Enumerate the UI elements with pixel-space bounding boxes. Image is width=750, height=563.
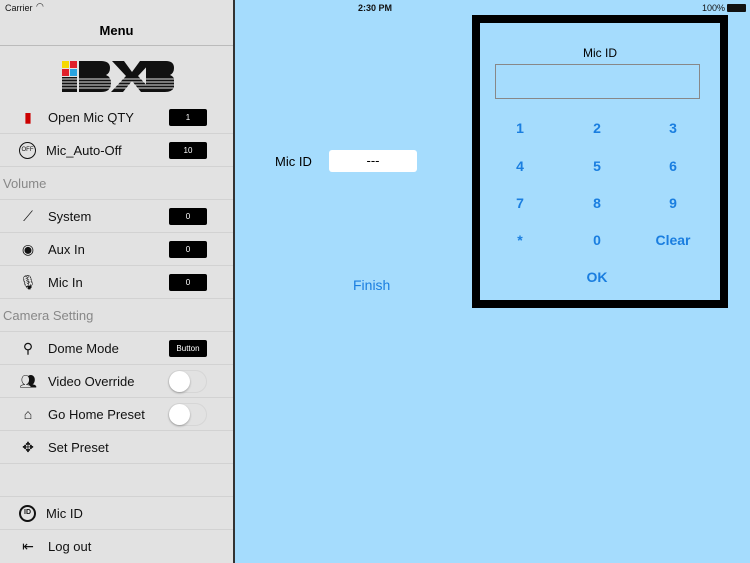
key-0[interactable]: 0 — [567, 232, 627, 248]
status-bar: Carrier ◠ 2:30 PM 100% — [0, 0, 750, 16]
key-8[interactable]: 8 — [567, 195, 627, 211]
off-icon: OFF — [19, 141, 36, 159]
users-icon: 👥︎ — [19, 372, 37, 389]
system-volume-value[interactable]: 0 — [169, 208, 207, 225]
sidebar: Menu ▮ Open Mic QTY 1 OFF Mic_Auto-Off 10 Vo… — [0, 0, 235, 563]
camera-section-header: Camera Setting — [0, 299, 233, 332]
aux-in-row[interactable]: ◉ Aux In 0 — [0, 233, 233, 266]
microphone-icon: ▮ — [24, 108, 32, 125]
id-icon: ID — [19, 504, 36, 522]
mic-id-field[interactable]: --- — [329, 150, 417, 172]
mic-id-row[interactable]: ID Mic ID — [0, 497, 233, 530]
mic-in-icon: 🎙︎ — [19, 273, 37, 290]
aux-in-value[interactable]: 0 — [169, 241, 207, 258]
key-6[interactable]: 6 — [643, 158, 703, 174]
mic-id-keypad-popup: Mic ID 1 2 3 4 5 6 7 8 9 * 0 Clear OK — [472, 15, 728, 308]
logout-icon: ⇤ — [22, 538, 34, 554]
mic-auto-off-value[interactable]: 10 — [169, 142, 207, 159]
key-5[interactable]: 5 — [567, 158, 627, 174]
open-mic-qty-row[interactable]: ▮ Open Mic QTY 1 — [0, 101, 233, 134]
keypad-title: Mic ID — [583, 46, 617, 60]
mic-in-value[interactable]: 0 — [169, 274, 207, 291]
mic-in-row[interactable]: 🎙︎ Mic In 0 — [0, 266, 233, 299]
dome-mode-row[interactable]: ⚲ Dome Mode Button — [0, 332, 233, 365]
finish-button[interactable]: Finish — [353, 277, 390, 293]
mic-auto-off-row[interactable]: OFF Mic_Auto-Off 10 — [0, 134, 233, 167]
battery-icon — [727, 4, 746, 12]
dome-mode-button[interactable]: Button — [169, 340, 207, 357]
wifi-icon: ◠ — [36, 1, 44, 11]
logout-row[interactable]: ⇤ Log out — [0, 530, 233, 563]
go-home-preset-toggle[interactable] — [168, 403, 207, 426]
video-override-row: 👥︎ Video Override — [0, 365, 233, 398]
volume-section-header: Volume — [0, 167, 233, 200]
key-3[interactable]: 3 — [643, 120, 703, 136]
key-2[interactable]: 2 — [567, 120, 627, 136]
open-mic-qty-value[interactable]: 1 — [169, 109, 207, 126]
blank-row — [0, 464, 233, 497]
go-home-preset-row: ⌂ Go Home Preset — [0, 398, 233, 431]
aux-in-icon: ◉ — [21, 240, 35, 257]
menu-title: Menu — [0, 16, 233, 46]
video-override-toggle[interactable] — [168, 370, 207, 393]
ok-button[interactable]: OK — [567, 269, 627, 285]
gooseneck-mic-icon: ⟋ — [23, 207, 33, 224]
key-7[interactable]: 7 — [490, 195, 550, 211]
mic-id-label: Mic ID — [275, 154, 312, 169]
key-clear[interactable]: Clear — [643, 232, 703, 248]
key-star[interactable]: * — [490, 232, 550, 248]
set-preset-row[interactable]: ✥ Set Preset — [0, 431, 233, 464]
key-9[interactable]: 9 — [643, 195, 703, 211]
bxb-logo — [62, 61, 175, 92]
home-icon: ⌂ — [23, 406, 33, 422]
key-4[interactable]: 4 — [490, 158, 550, 174]
key-1[interactable]: 1 — [490, 120, 550, 136]
system-volume-row[interactable]: ⟋ System 0 — [0, 200, 233, 233]
location-pin-icon: ⚲ — [22, 339, 34, 356]
target-icon: ✥ — [22, 438, 34, 455]
keypad-input[interactable] — [495, 64, 700, 99]
